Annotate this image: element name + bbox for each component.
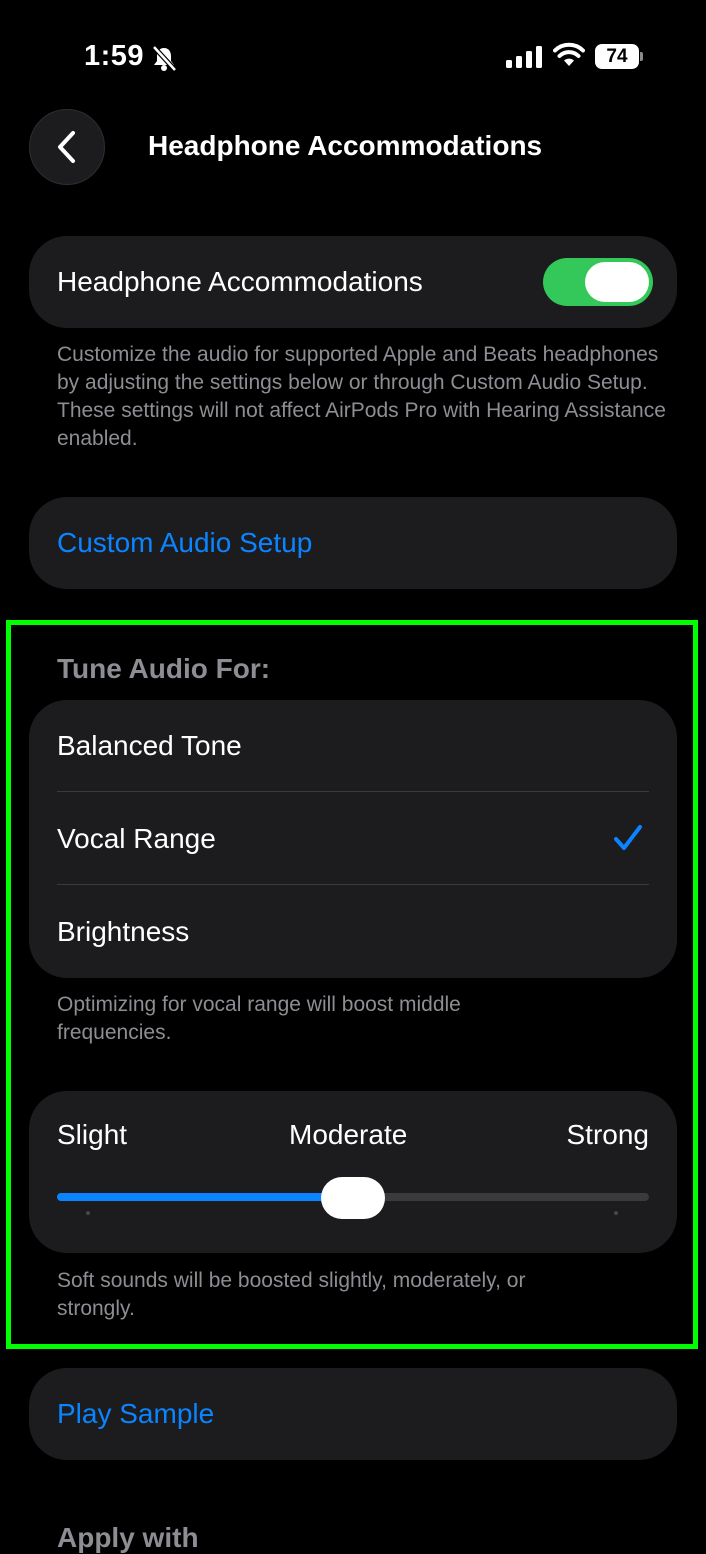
play-sample-label: Play Sample [57, 1398, 215, 1429]
headphone-accommodations-toggle[interactable] [543, 258, 653, 306]
chevron-left-icon [58, 131, 75, 163]
highlight-box [6, 620, 698, 1349]
toggle-knob [585, 262, 649, 302]
headphone-accommodations-label: Headphone Accommodations [57, 266, 423, 297]
custom-audio-setup-label: Custom Audio Setup [57, 527, 313, 558]
apply-with-header: Apply with [57, 1522, 199, 1553]
toggle-footer: Customize the audio for supported Apple … [57, 343, 666, 450]
play-sample-button[interactable]: Play Sample [29, 1368, 677, 1460]
custom-audio-setup-button[interactable]: Custom Audio Setup [29, 497, 677, 589]
back-button[interactable] [29, 109, 105, 185]
battery-indicator: 74 [595, 44, 639, 69]
wifi-icon [553, 42, 585, 66]
battery-cap [640, 52, 643, 61]
silent-mode-icon [152, 45, 177, 72]
page-title: Headphone Accommodations [148, 130, 543, 161]
headphone-accommodations-row: Headphone Accommodations [29, 236, 677, 328]
cellular-signal-icon [506, 46, 542, 68]
status-time: 1:59 [84, 40, 145, 72]
